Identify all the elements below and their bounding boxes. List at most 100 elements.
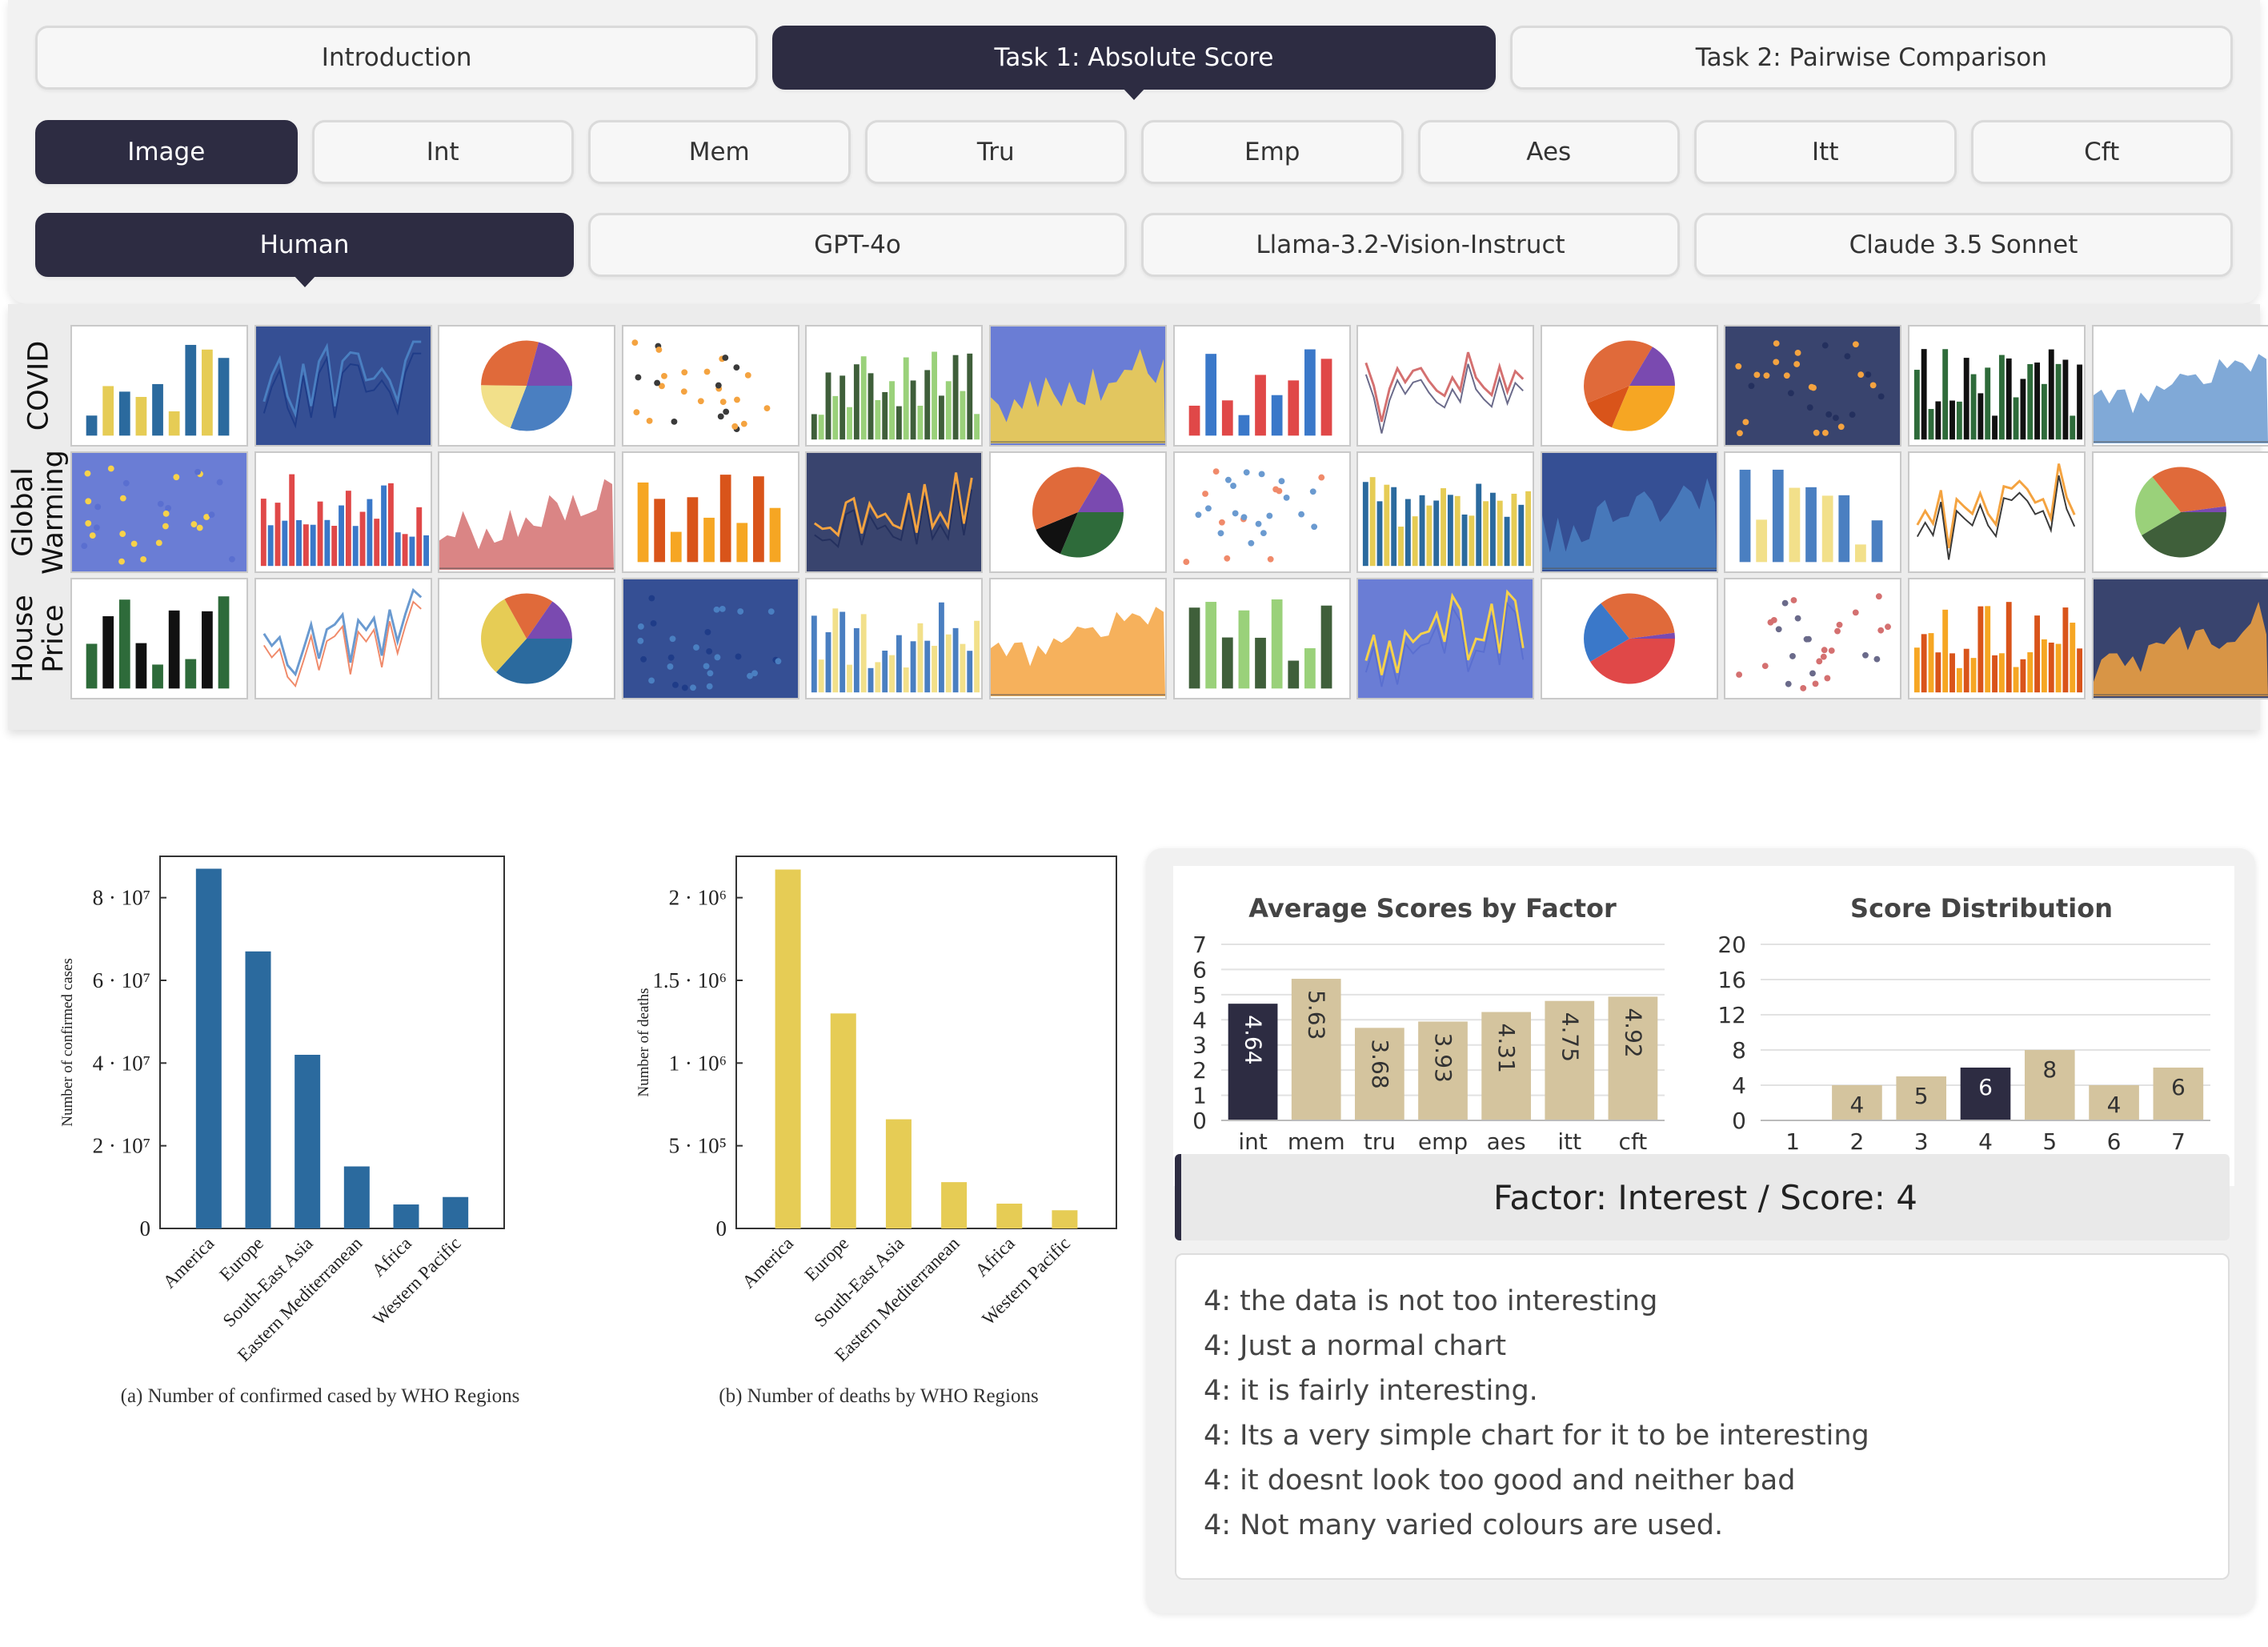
comment-item: 4: it is fairly interesting. xyxy=(1204,1375,1538,1407)
comment-item: 4: Just a normal chart xyxy=(1204,1330,1507,1362)
chart-thumbnail[interactable] xyxy=(989,325,1167,447)
tab-rater-llama[interactable]: Llama-3.2-Vision-Instruct xyxy=(1141,213,1680,277)
tab-rater-claude[interactable]: Claude 3.5 Sonnet xyxy=(1694,213,2233,277)
chart-thumbnail[interactable] xyxy=(1908,578,2086,699)
bar-value-label: 6 xyxy=(1978,1074,1993,1100)
tab-factor-emp[interactable]: Emp xyxy=(1141,120,1404,184)
score-charts: Average Scores by Factor Score Distribut… xyxy=(1173,866,2234,1186)
x-tick-label: 4 xyxy=(1978,1128,1993,1155)
chart-thumbnail[interactable] xyxy=(1541,451,1718,573)
y-tick-label: 0 xyxy=(140,1216,151,1240)
chart-thumbnail[interactable] xyxy=(70,325,248,447)
chart-thumbnail[interactable] xyxy=(1356,451,1534,573)
x-tick-label: 6 xyxy=(2107,1128,2122,1155)
dist-chart-title: Score Distribution xyxy=(1850,893,2113,924)
chart-thumbnail[interactable] xyxy=(1541,578,1718,699)
tab-introduction[interactable]: Introduction xyxy=(35,26,759,90)
chart-thumbnail[interactable] xyxy=(622,325,799,447)
bar xyxy=(996,1204,1023,1228)
x-tick-label: int xyxy=(1238,1128,1268,1155)
tab-factor-aes[interactable]: Aes xyxy=(1417,120,1680,184)
x-tick-label: itt xyxy=(1557,1128,1581,1155)
chart-thumbnail[interactable] xyxy=(1356,578,1534,699)
y-tick-label: 5 · 10⁵ xyxy=(669,1134,727,1158)
chart-thumbnail[interactable] xyxy=(805,325,983,447)
bar-value-label: 4.92 xyxy=(1620,1008,1646,1057)
chart-thumbnail[interactable] xyxy=(1724,578,1901,699)
x-tick-label: 1 xyxy=(1785,1128,1800,1155)
chart-thumbnail[interactable] xyxy=(805,451,983,573)
tab-rater-gpt4o[interactable]: GPT-4o xyxy=(588,213,1127,277)
y-tick-label: 4 xyxy=(1732,1072,1746,1099)
chart-thumbnail[interactable] xyxy=(254,451,432,573)
y-tick-label: 4 · 10⁷ xyxy=(93,1051,150,1075)
chart-thumbnail[interactable] xyxy=(438,451,615,573)
factor-score-header: Factor: Interest / Score: 4 xyxy=(1175,1154,2230,1240)
chart-thumbnail[interactable] xyxy=(2092,578,2268,699)
bar-value-label: 5.63 xyxy=(1304,990,1330,1040)
chart-thumbnail[interactable] xyxy=(438,325,615,447)
chart-thumbnail[interactable] xyxy=(989,578,1167,699)
chart-thumbnail[interactable] xyxy=(70,578,248,699)
y-axis-label: Number of deaths xyxy=(635,988,652,1096)
comment-item: 4: Its a very simple chart for it to be … xyxy=(1204,1420,1869,1452)
tab-task1-absolute-score[interactable]: Task 1: Absolute Score xyxy=(772,26,1496,90)
comment-item: 4: Not many varied colours are used. xyxy=(1204,1509,1724,1541)
y-tick-label: 2 xyxy=(1192,1057,1207,1084)
y-tick-label: 20 xyxy=(1717,932,1746,958)
bar-value-label: 6 xyxy=(2171,1074,2186,1100)
chart-thumbnail[interactable] xyxy=(1908,325,2086,447)
y-tick-label: 8 · 10⁷ xyxy=(93,886,150,910)
chart-thumbnail[interactable] xyxy=(2092,451,2268,573)
chart-thumbnail[interactable] xyxy=(989,451,1167,573)
chart-thumbnail[interactable] xyxy=(805,578,983,699)
chart-thumbnail[interactable] xyxy=(254,578,432,699)
bar xyxy=(830,1013,856,1228)
bar xyxy=(443,1196,469,1228)
chart-thumbnail[interactable] xyxy=(1724,451,1901,573)
chart-thumbnail[interactable] xyxy=(1724,325,1901,447)
chart-thumbnail[interactable] xyxy=(1173,578,1351,699)
tab-factor-cft[interactable]: Cft xyxy=(1970,120,2233,184)
y-tick-label: 2 · 10⁶ xyxy=(669,886,727,910)
chart-thumbnail[interactable] xyxy=(1173,451,1351,573)
bar xyxy=(1052,1210,1078,1228)
x-tick-label: 2 xyxy=(1850,1128,1865,1155)
factor-tabs: Image Int Mem Tru Emp Aes Itt Cft xyxy=(35,120,2233,184)
tab-rater-human[interactable]: Human xyxy=(35,213,574,277)
tab-factor-int[interactable]: Int xyxy=(311,120,574,184)
bar xyxy=(885,1119,912,1228)
x-tick-label: tru xyxy=(1364,1128,1396,1155)
chart-thumbnail[interactable] xyxy=(1173,325,1351,447)
comments-list: 4: the data is not too interesting 4: Ju… xyxy=(1175,1253,2230,1580)
chart-thumbnail[interactable] xyxy=(438,578,615,699)
x-tick-label: Europe xyxy=(801,1233,853,1285)
chart-gallery: COVID Global Warming House Price xyxy=(7,304,2268,730)
tab-factor-tru[interactable]: Tru xyxy=(864,120,1127,184)
score-panel: Average Scores by Factor Score Distribut… xyxy=(1146,848,2255,1613)
y-tick-label: 3 xyxy=(1192,1032,1207,1059)
x-tick-label: 5 xyxy=(2042,1128,2057,1155)
tab-factor-itt[interactable]: Itt xyxy=(1694,120,1957,184)
chart-thumbnail[interactable] xyxy=(2092,325,2268,447)
y-tick-label: 0 xyxy=(1732,1108,1746,1134)
y-tick-label: 5 xyxy=(1192,982,1207,1008)
x-tick-label: cft xyxy=(1619,1128,1648,1155)
chart-thumbnail[interactable] xyxy=(1908,451,2086,573)
bar-value-label: 4.64 xyxy=(1240,1015,1267,1064)
y-tick-label: 12 xyxy=(1717,1002,1746,1028)
tab-task2-pairwise-comparison[interactable]: Task 2: Pairwise Comparison xyxy=(1509,26,2233,90)
bar-value-label: 5 xyxy=(1914,1083,1929,1109)
chart-thumbnail[interactable] xyxy=(70,451,248,573)
chart-thumbnail[interactable] xyxy=(254,325,432,447)
chart-thumbnail[interactable] xyxy=(622,451,799,573)
chart-thumbnail[interactable] xyxy=(1541,325,1718,447)
tab-factor-image[interactable]: Image xyxy=(35,120,298,184)
chart-thumbnail[interactable] xyxy=(1356,325,1534,447)
chart-thumbnail[interactable] xyxy=(622,578,799,699)
task-tabs: Introduction Task 1: Absolute Score Task… xyxy=(35,26,2233,90)
y-tick-label: 1.5 · 10⁶ xyxy=(652,968,727,992)
y-tick-label: 1 xyxy=(1192,1083,1207,1109)
caption-b: (b) Number of deaths by WHO Regions xyxy=(719,1385,1038,1407)
tab-factor-mem[interactable]: Mem xyxy=(588,120,851,184)
